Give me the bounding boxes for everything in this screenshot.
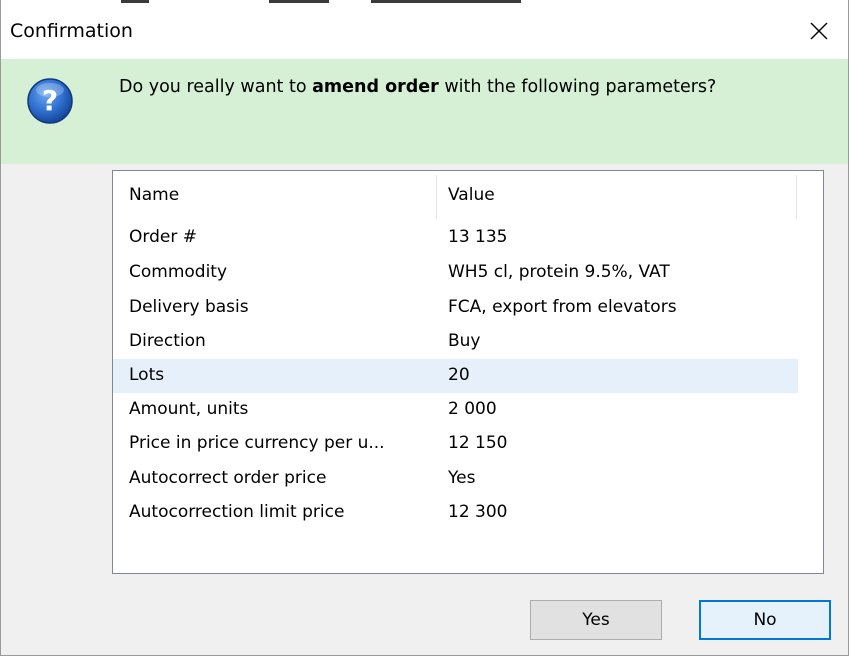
row-value: FCA, export from elevators: [448, 297, 677, 317]
message-action: amend order: [312, 77, 439, 97]
row-value: 12 300: [448, 502, 508, 522]
row-value: WH5 cl, protein 9.5%, VAT: [448, 262, 670, 282]
svg-text:?: ?: [42, 84, 58, 117]
message-panel: ? Do you really want to amend order with…: [1, 59, 848, 164]
message-prefix: Do you really want to: [119, 77, 313, 97]
window-title: Confirmation: [10, 20, 133, 42]
question-icon: ?: [27, 78, 73, 124]
confirmation-dialog: Confirmation ? Do you really want to ame…: [0, 0, 849, 656]
row-name: Delivery basis: [129, 297, 249, 317]
list-row[interactable]: Order # 13 135: [113, 221, 798, 255]
list-header: Name Value: [113, 171, 798, 221]
confirmation-message: Do you really want to amend order with t…: [119, 77, 716, 97]
row-name: Commodity: [129, 262, 228, 282]
close-button[interactable]: [790, 3, 848, 59]
list-row-selected[interactable]: Lots 20: [113, 359, 798, 393]
row-value: 2 000: [448, 399, 497, 419]
row-name: Order #: [129, 227, 197, 247]
row-value: 12 150: [448, 433, 508, 453]
row-value: 13 135: [448, 227, 508, 247]
no-button[interactable]: No: [699, 600, 831, 640]
column-header-value[interactable]: Value: [448, 185, 495, 205]
row-name: Autocorrection limit price: [129, 502, 345, 522]
close-icon: [810, 22, 828, 40]
row-name: Direction: [129, 331, 206, 351]
list-row[interactable]: Autocorrection limit price 12 300: [113, 496, 798, 530]
list-row[interactable]: Commodity WH5 cl, protein 9.5%, VAT: [113, 256, 798, 290]
row-value: 20: [448, 365, 470, 385]
title-bar: Confirmation: [1, 3, 848, 59]
row-name: Price in price currency per u...: [129, 433, 385, 453]
column-divider[interactable]: [436, 175, 437, 219]
yes-button[interactable]: Yes: [530, 600, 662, 640]
message-suffix: with the following parameters?: [438, 77, 717, 97]
row-value: Yes: [448, 468, 476, 488]
list-row[interactable]: Price in price currency per u... 12 150: [113, 427, 798, 461]
parameters-list[interactable]: Name Value Order # 13 135 Commodity WH5 …: [112, 170, 824, 574]
row-name: Autocorrect order price: [129, 468, 327, 488]
list-row[interactable]: Autocorrect order price Yes: [113, 462, 798, 496]
column-divider[interactable]: [796, 175, 797, 219]
list-row[interactable]: Direction Buy: [113, 325, 798, 359]
row-name: Amount, units: [129, 399, 249, 419]
row-value: Buy: [448, 331, 481, 351]
list-row[interactable]: Delivery basis FCA, export from elevator…: [113, 291, 798, 325]
list-row[interactable]: Amount, units 2 000: [113, 393, 798, 427]
row-name: Lots: [129, 365, 165, 385]
column-header-name[interactable]: Name: [129, 185, 179, 205]
